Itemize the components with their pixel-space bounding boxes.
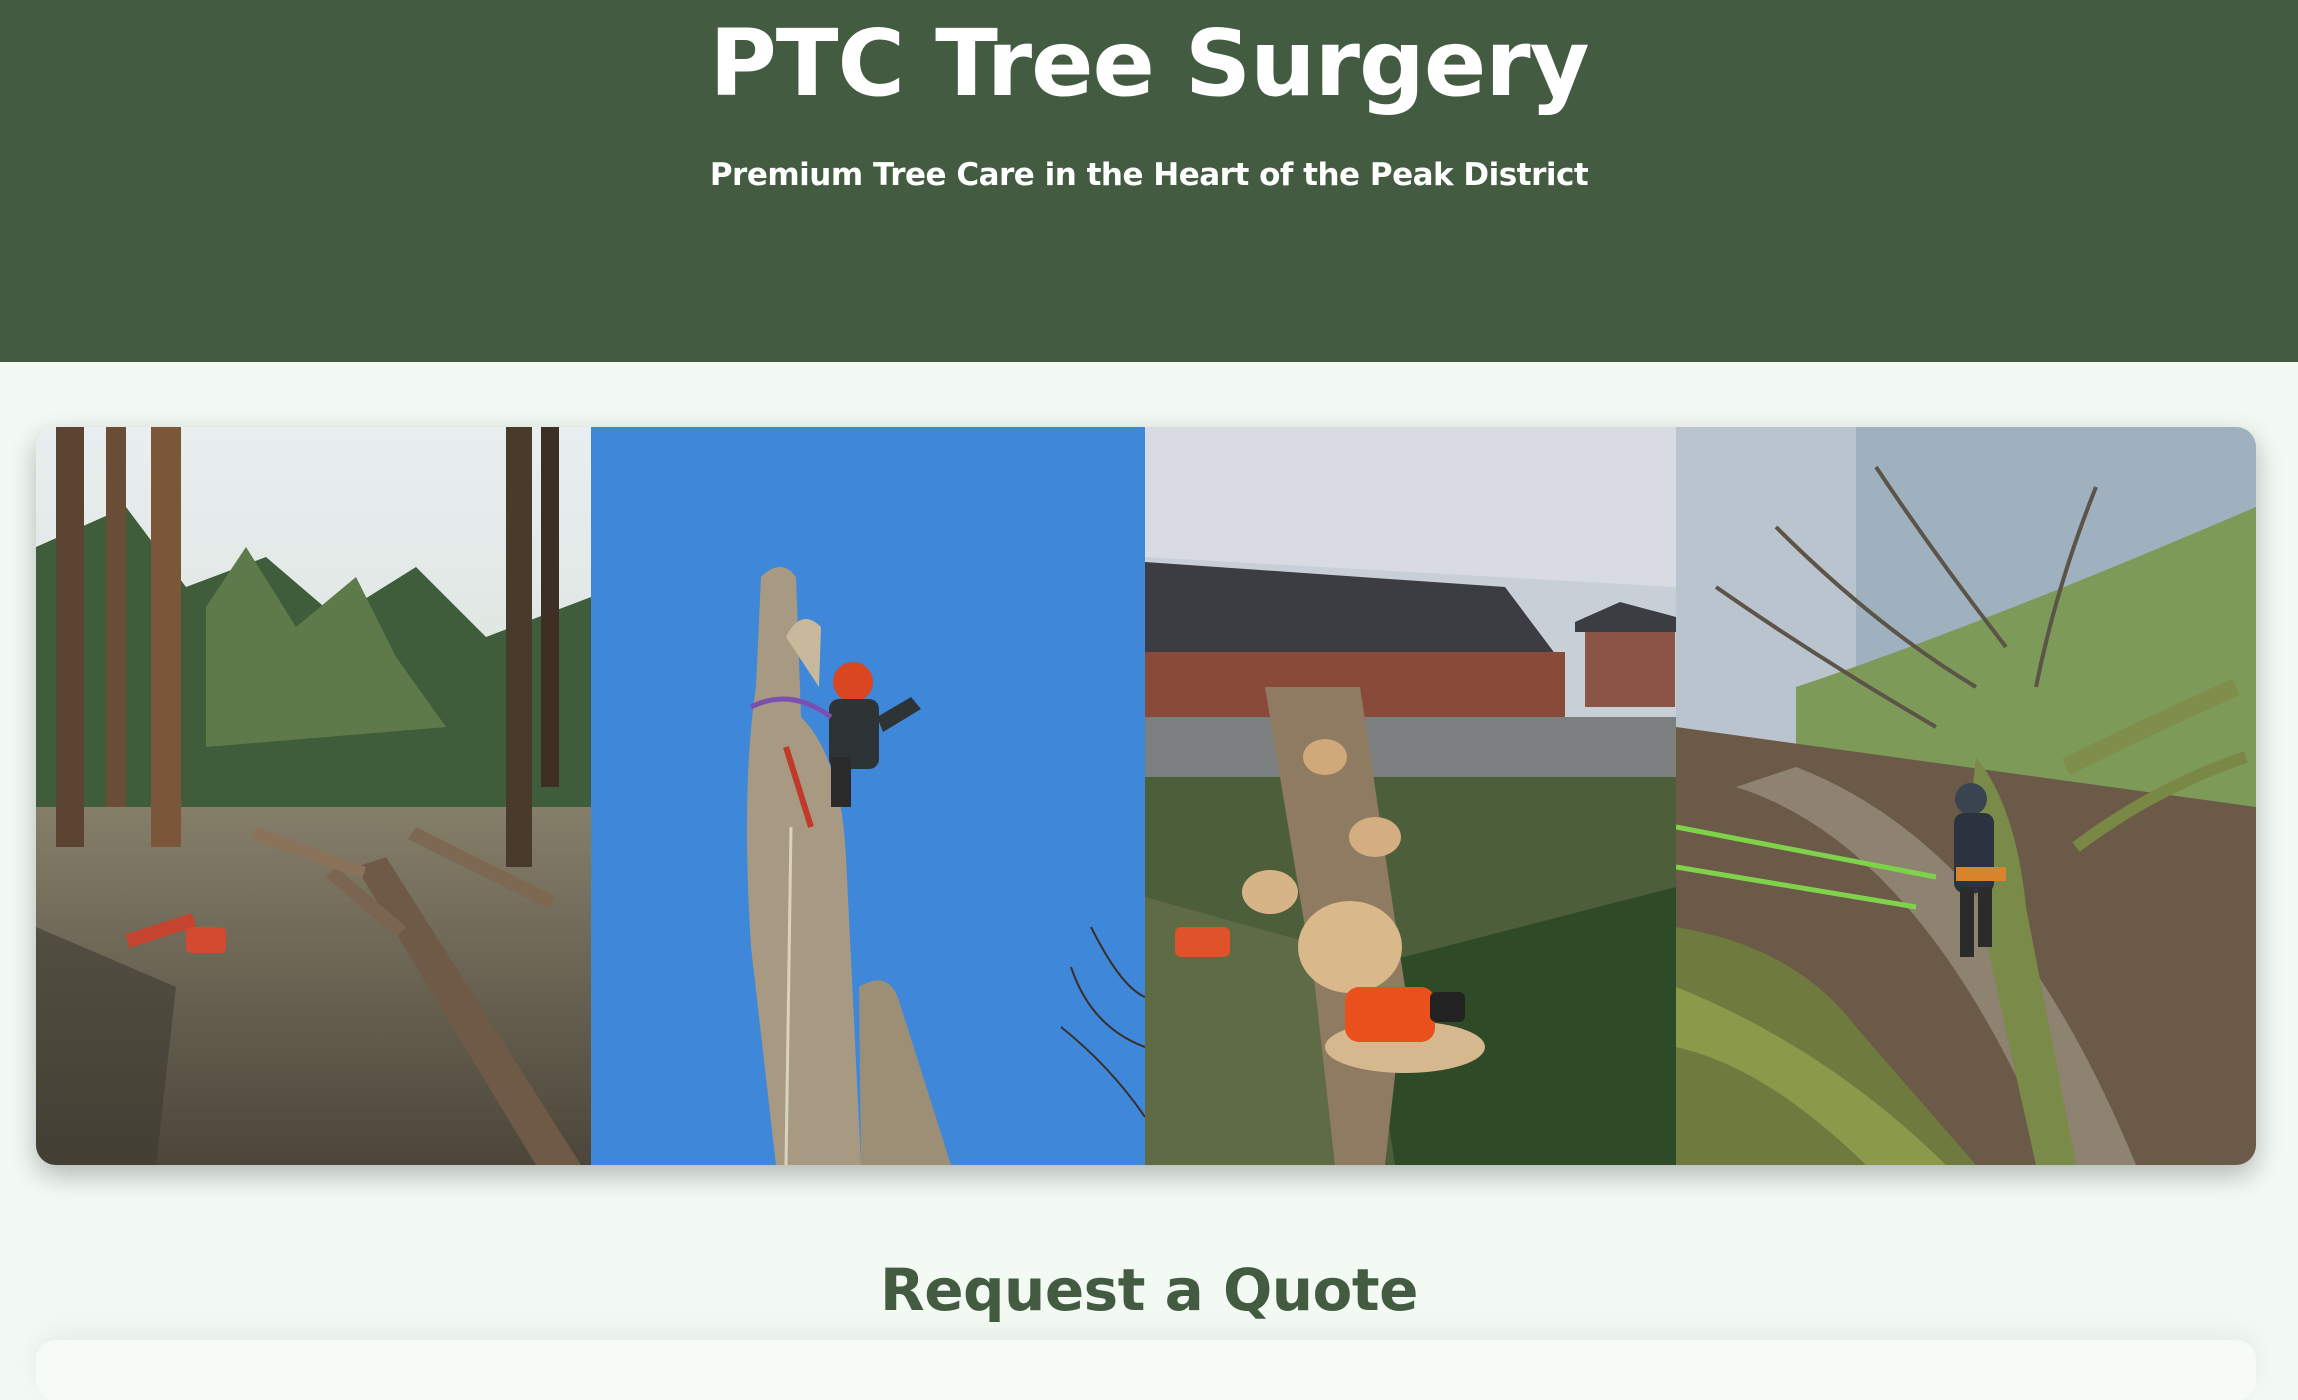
- climber-sky-photo-image: [591, 427, 1145, 1165]
- gallery-photo-logs-bungalow[interactable]: [1145, 427, 1676, 1165]
- gallery-photo-forest[interactable]: [36, 427, 591, 1165]
- gallery-photo-climber-sky[interactable]: [591, 427, 1145, 1165]
- photo-gallery: [36, 427, 2256, 1165]
- site-title: PTC Tree Surgery: [709, 10, 1589, 117]
- request-quote-heading: Request a Quote: [880, 1256, 1418, 1324]
- site-tagline: Premium Tree Care in the Heart of the Pe…: [709, 157, 1589, 193]
- climber-oak-photo-image: [1676, 427, 2256, 1165]
- hero-header: PTC Tree Surgery Premium Tree Care in th…: [0, 0, 2298, 362]
- gallery-photo-climber-oak[interactable]: [1676, 427, 2256, 1165]
- quote-form-card: [36, 1340, 2256, 1400]
- logs-bungalow-photo-image: [1145, 427, 1676, 1165]
- forest-photo-image: [36, 427, 591, 1165]
